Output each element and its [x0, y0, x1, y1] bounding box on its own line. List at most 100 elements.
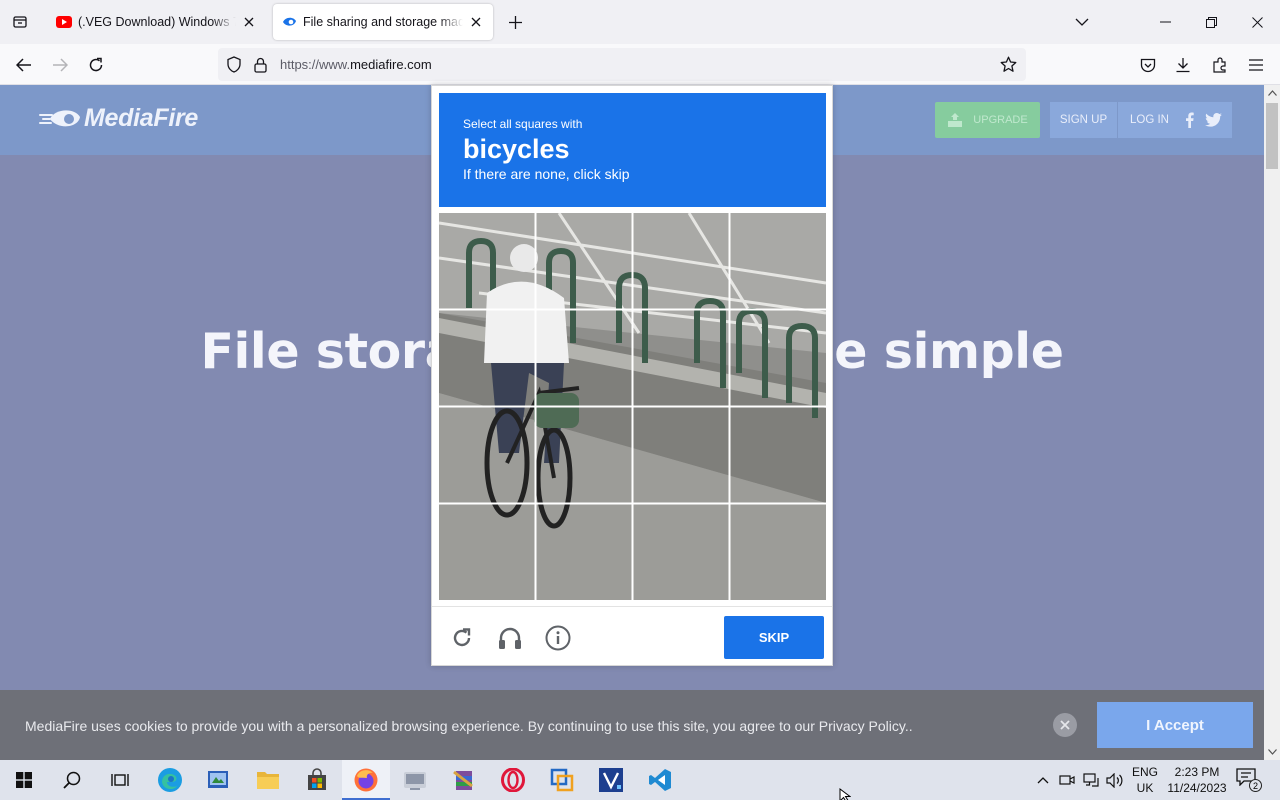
scroll-down-icon[interactable] — [1264, 744, 1280, 760]
edge-icon[interactable] — [146, 760, 194, 800]
control-panel-icon[interactable] — [194, 760, 242, 800]
captcha-hint: If there are none, click skip — [463, 166, 630, 182]
search-icon[interactable] — [48, 760, 96, 800]
virtualbox-icon[interactable] — [538, 760, 586, 800]
signup-label: SIGN UP — [1059, 114, 1108, 126]
captcha-divider — [432, 606, 832, 607]
captcha-tile[interactable] — [439, 407, 535, 503]
opera-icon[interactable] — [489, 760, 537, 800]
skip-button[interactable]: SKIP — [724, 616, 824, 659]
navigation-toolbar: https://www.mediafire.com — [0, 44, 1280, 85]
windows-taskbar: ENG UK 2:23 PM 11/24/2023 2 — [0, 760, 1280, 800]
accept-cookies-button[interactable]: I Accept — [1097, 702, 1253, 748]
task-view-icon[interactable] — [96, 760, 144, 800]
close-tab-icon[interactable] — [467, 13, 485, 31]
captcha-tile[interactable] — [633, 504, 729, 600]
refresh-icon[interactable] — [448, 624, 476, 652]
language-indicator[interactable]: ENG UK — [1128, 764, 1162, 796]
close-window-icon[interactable] — [1243, 8, 1271, 36]
clock-time: 2:23 PM — [1174, 765, 1220, 779]
back-icon[interactable] — [11, 52, 37, 78]
firefox-icon[interactable] — [342, 760, 390, 800]
show-hidden-icons-icon[interactable] — [1033, 770, 1053, 790]
scroll-up-icon[interactable] — [1264, 85, 1280, 101]
captcha-tile[interactable] — [536, 213, 632, 309]
tab-mediafire[interactable]: File sharing and storage made simple — [273, 4, 493, 40]
mouse-cursor-icon — [839, 788, 851, 800]
url-text[interactable]: https://www.mediafire.com — [280, 57, 1000, 72]
forward-icon[interactable] — [47, 52, 73, 78]
tab-title: (.VEG Download) Windows 7 Sound — [78, 15, 236, 29]
mediafire-icon — [281, 14, 297, 30]
audio-headphones-icon[interactable] — [496, 624, 524, 652]
windows-start-icon[interactable] — [0, 760, 48, 800]
twitter-icon[interactable] — [1204, 111, 1222, 129]
captcha-tile[interactable] — [730, 310, 826, 406]
tab-list-icon[interactable] — [6, 10, 34, 34]
signup-button[interactable]: SIGN UP — [1050, 102, 1117, 138]
captcha-tile[interactable] — [536, 310, 632, 406]
cookie-close-icon[interactable] — [1053, 713, 1077, 737]
captcha-tile[interactable] — [536, 504, 632, 600]
clock-date: 11/24/2023 — [1167, 781, 1227, 795]
captcha-tile[interactable] — [439, 310, 535, 406]
captcha-tile[interactable] — [730, 407, 826, 503]
upgrade-label: UPGRADE — [973, 114, 1028, 126]
tab-youtube[interactable]: (.VEG Download) Windows 7 Sound — [48, 4, 266, 40]
captcha-tile[interactable] — [439, 213, 535, 309]
language-region: UK — [1136, 781, 1154, 795]
tab-bar: (.VEG Download) Windows 7 Sound File sha… — [0, 0, 1280, 44]
language-code: ENG — [1131, 765, 1158, 779]
minimize-icon[interactable] — [1151, 8, 1179, 36]
captcha-challenge: Select all squares with bicycles If ther… — [431, 85, 833, 666]
close-tab-icon[interactable] — [240, 13, 258, 31]
reload-icon[interactable] — [83, 52, 109, 78]
restore-icon[interactable] — [1197, 8, 1225, 36]
tracking-protection-icon[interactable] — [226, 56, 244, 73]
menu-icon[interactable] — [1243, 52, 1269, 78]
captcha-image-grid — [439, 213, 826, 600]
info-icon[interactable] — [544, 624, 572, 652]
vegas-icon[interactable] — [587, 760, 635, 800]
volume-icon[interactable] — [1105, 770, 1125, 790]
captcha-tile[interactable] — [633, 407, 729, 503]
url-scheme: https://www. — [280, 57, 351, 72]
scroll-thumb[interactable] — [1266, 103, 1278, 169]
login-label: LOG IN — [1130, 114, 1169, 126]
mediafire-logo-icon — [39, 109, 80, 126]
new-tab-icon[interactable] — [503, 10, 527, 34]
captcha-tile[interactable] — [633, 310, 729, 406]
winrar-icon[interactable] — [440, 760, 488, 800]
bookmark-star-icon[interactable] — [1000, 56, 1018, 73]
network-icon[interactable] — [1081, 770, 1101, 790]
pocket-icon[interactable] — [1135, 52, 1161, 78]
upgrade-icon — [948, 113, 963, 127]
extensions-icon[interactable] — [1207, 52, 1233, 78]
vscode-icon[interactable] — [636, 760, 684, 800]
notification-count-badge: 2 — [1249, 779, 1262, 792]
mediafire-logo[interactable]: MediaFire — [38, 104, 198, 133]
page-scrollbar[interactable] — [1264, 85, 1280, 760]
captcha-tile[interactable] — [536, 407, 632, 503]
facebook-icon[interactable] — [1180, 111, 1198, 129]
lock-icon[interactable] — [254, 57, 270, 73]
url-bar[interactable]: https://www.mediafire.com — [218, 48, 1026, 81]
app-icon[interactable] — [391, 760, 439, 800]
login-button[interactable]: LOG IN — [1118, 102, 1232, 138]
upgrade-button[interactable]: UPGRADE — [935, 102, 1040, 138]
list-all-tabs-icon[interactable] — [1068, 8, 1096, 36]
cookie-banner: MediaFire uses cookies to provide you wi… — [0, 690, 1264, 760]
store-icon[interactable] — [293, 760, 341, 800]
meet-now-icon[interactable] — [1057, 770, 1077, 790]
downloads-icon[interactable] — [1170, 52, 1196, 78]
captcha-tile[interactable] — [633, 213, 729, 309]
captcha-tile[interactable] — [730, 213, 826, 309]
url-host: mediafire.com — [350, 57, 432, 72]
captcha-tile[interactable] — [730, 504, 826, 600]
captcha-header: Select all squares with bicycles If ther… — [439, 93, 826, 207]
captcha-tile[interactable] — [439, 504, 535, 600]
file-explorer-icon[interactable] — [244, 760, 292, 800]
captcha-instruction: Select all squares with — [463, 117, 583, 131]
clock[interactable]: 2:23 PM 11/24/2023 — [1162, 764, 1232, 796]
notification-center-icon[interactable]: 2 — [1236, 768, 1262, 792]
